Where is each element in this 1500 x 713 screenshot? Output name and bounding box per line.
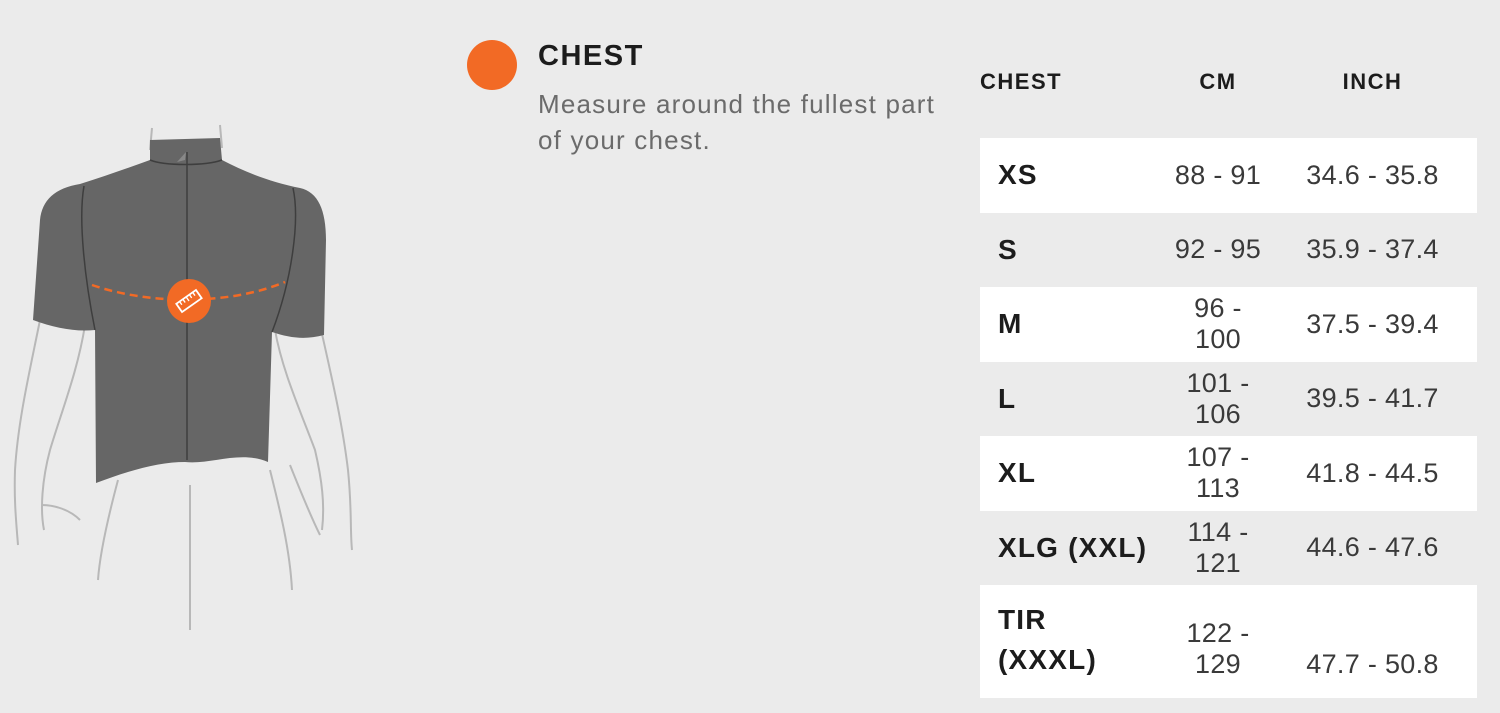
- size-label: TIR (XXXL): [998, 604, 1097, 675]
- table-row: L 101 - 106 39.5 - 41.7: [980, 362, 1477, 437]
- ruler-icon: [167, 279, 211, 323]
- header-cm: CM: [1199, 69, 1237, 94]
- table-row: S 92 - 95 35.9 - 37.4: [980, 213, 1477, 288]
- size-label: L: [998, 382, 1017, 414]
- table-row: XS 88 - 91 34.6 - 35.8: [980, 138, 1477, 213]
- inch-value: 34.6 - 35.8: [1306, 159, 1439, 190]
- size-label: XS: [998, 159, 1038, 191]
- size-label: XL: [998, 457, 1037, 489]
- size-table: CHEST CM INCH XS 88 - 91 34.6 - 35.8 S 9…: [980, 62, 1477, 698]
- table-body: XS 88 - 91 34.6 - 35.8 S 92 - 95 35.9 - …: [980, 138, 1477, 698]
- jersey-illustration: [0, 110, 370, 650]
- cm-value: 114 - 121: [1187, 516, 1249, 578]
- size-label: XLG (XXL): [998, 531, 1148, 563]
- inch-value: 39.5 - 41.7: [1306, 383, 1439, 414]
- inch-value: 44.6 - 47.6: [1306, 532, 1439, 563]
- legend-description: Measure around the fullest part of your …: [538, 89, 936, 155]
- table-header: CHEST CM INCH: [980, 62, 1477, 102]
- orange-dot-icon: [467, 40, 517, 90]
- legend-title: CHEST: [538, 40, 644, 72]
- table-row: XLG (XXL) 114 - 121 44.6 - 47.6: [980, 511, 1477, 586]
- cm-value: 122 - 129: [1186, 618, 1250, 679]
- inch-value: 47.7 - 50.8: [1306, 649, 1439, 679]
- cm-value: 88 - 91: [1174, 159, 1262, 190]
- cm-value: 96 - 100: [1194, 293, 1242, 355]
- cm-value: 101 - 106: [1186, 367, 1250, 429]
- table-row: M 96 - 100 37.5 - 39.4: [980, 287, 1477, 362]
- table-row: XL 107 - 113 41.8 - 44.5: [980, 436, 1477, 511]
- cm-value: 107 - 113: [1186, 442, 1250, 504]
- size-label: S: [998, 233, 1018, 265]
- header-size: CHEST: [980, 69, 1063, 94]
- inch-value: 35.9 - 37.4: [1306, 234, 1439, 265]
- table-row: TIR (XXXL) 122 - 129 47.7 - 50.8: [980, 585, 1477, 698]
- header-inch: INCH: [1342, 69, 1403, 94]
- inch-value: 41.8 - 44.5: [1306, 457, 1439, 488]
- size-label: M: [998, 308, 1023, 340]
- inch-value: 37.5 - 39.4: [1306, 308, 1439, 339]
- cm-value: 92 - 95: [1174, 234, 1262, 265]
